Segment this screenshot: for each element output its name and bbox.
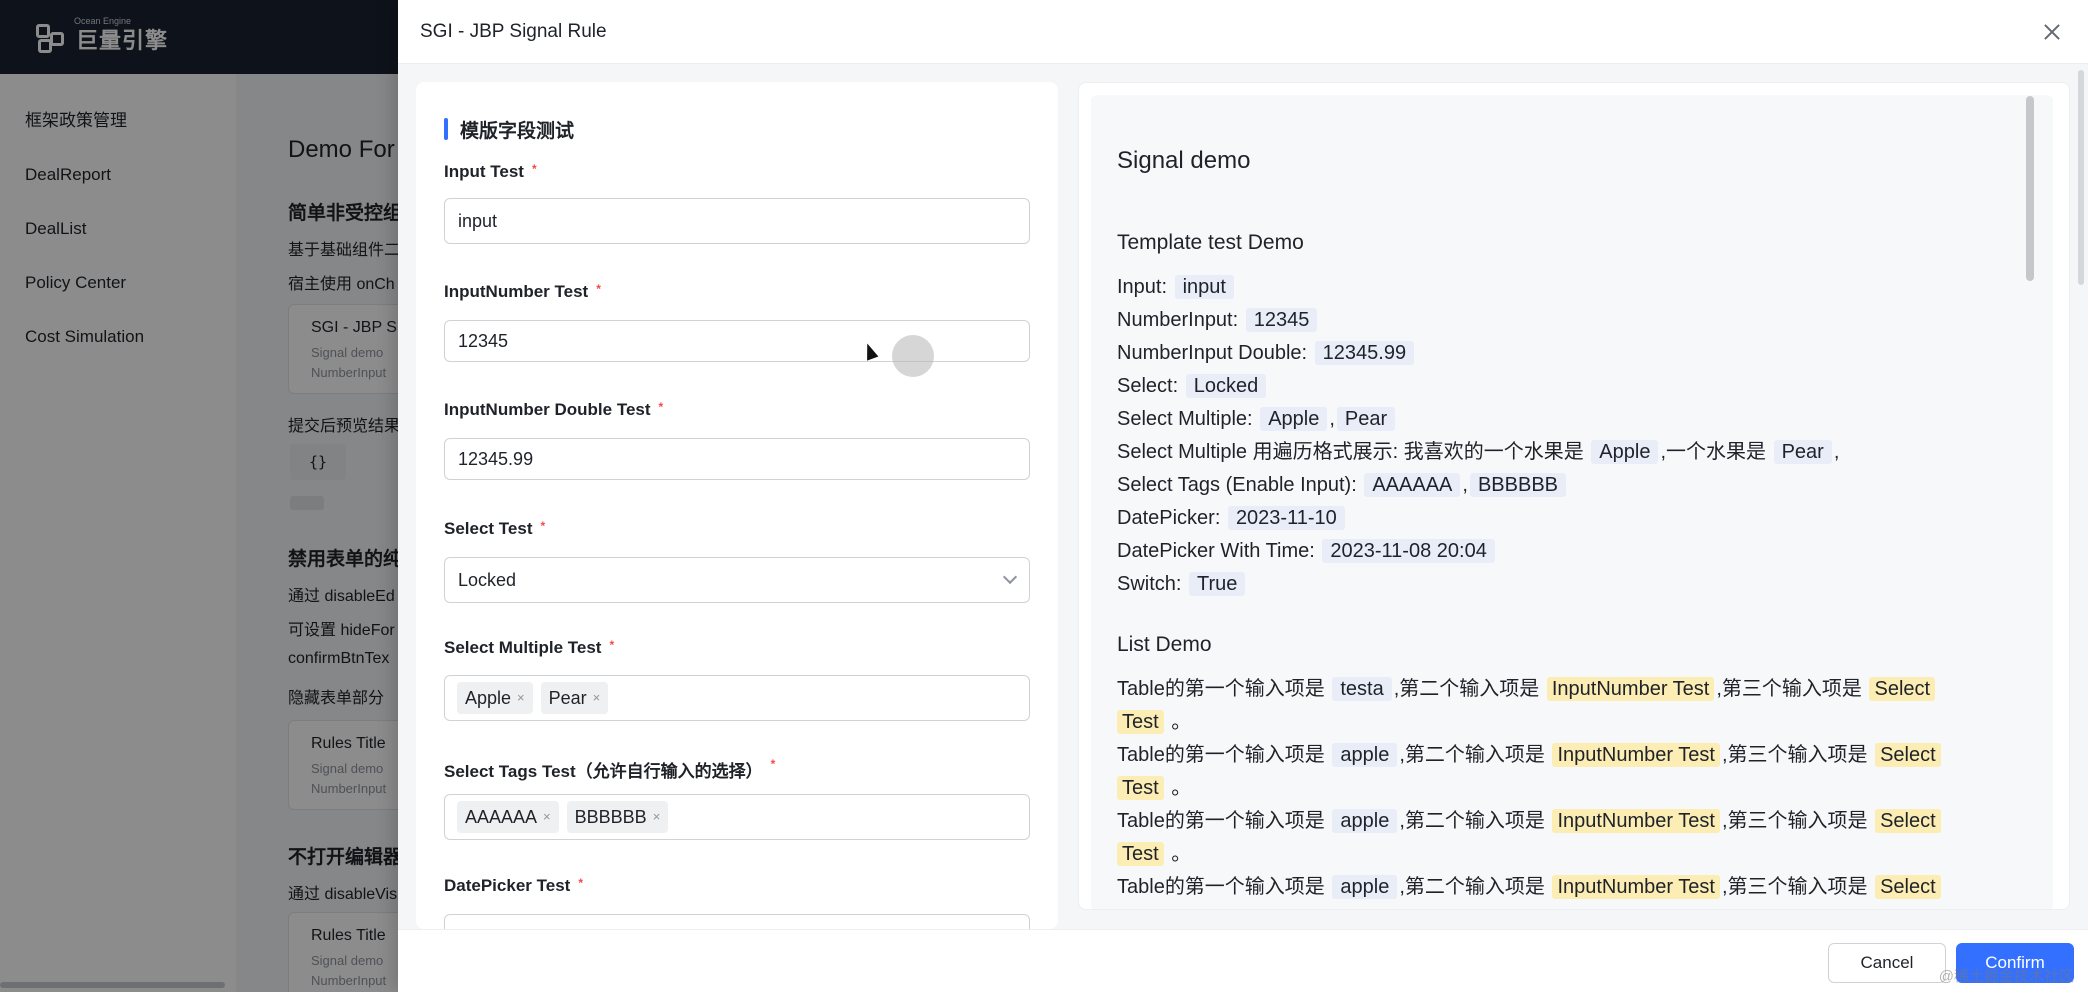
list-row: Table的第一个输入项是 apple ,第二个输入项是 InputNumber … bbox=[1117, 739, 1943, 771]
remove-tag-icon[interactable]: × bbox=[593, 676, 601, 720]
preview-row-select-tags: Select Tags (Enable Input): AAAAAA, BBBBB… bbox=[1117, 469, 1568, 501]
drawer-body: 模版字段测试 Input Test * input InputNumber Tes… bbox=[398, 64, 2088, 929]
select-multiple-test-field[interactable]: Apple × Pear × bbox=[444, 675, 1030, 721]
select-test-value: Locked bbox=[458, 570, 517, 590]
list-row-cont: Test 。 bbox=[1117, 838, 1191, 870]
preview-row-number-input: NumberInput: 12345 bbox=[1117, 304, 1319, 336]
remove-tag-icon[interactable]: × bbox=[517, 676, 525, 720]
preview-row-switch: Switch: True bbox=[1117, 568, 1247, 600]
date-picker-test-field[interactable] bbox=[444, 914, 1030, 929]
date-picker-test-label: DatePicker Test * bbox=[444, 876, 583, 895]
list-row: Table的第一个输入项是 testa ,第二个输入项是 InputNumber … bbox=[1117, 673, 1937, 705]
required-mark: * bbox=[658, 400, 664, 414]
preview-row-select-multiple: Select Multiple: Apple, Pear bbox=[1117, 403, 1397, 435]
list-row-cont: Test 。 bbox=[1117, 706, 1191, 738]
select-tags-test-label: Select Tags Test（允许自行输入的选择） * bbox=[444, 757, 776, 781]
input-number-test-label: InputNumber Test * bbox=[444, 282, 601, 301]
list-demo-heading: List Demo bbox=[1117, 633, 1212, 656]
required-mark: * bbox=[540, 519, 546, 533]
preview-row-datepicker: DatePicker: 2023-11-10 bbox=[1117, 502, 1347, 534]
list-row: Table的第一个输入项是 apple ,第二个输入项是 InputNumber … bbox=[1117, 871, 1943, 903]
required-mark: * bbox=[596, 282, 601, 296]
select-multiple-test-label: Select Multiple Test * bbox=[444, 638, 615, 657]
drawer-header: SGI - JBP Signal Rule bbox=[398, 0, 2088, 64]
input-test-field[interactable]: input bbox=[444, 198, 1030, 244]
required-mark: * bbox=[578, 876, 583, 890]
preview-content: Signal demo Template test Demo Input: in… bbox=[1091, 95, 2053, 909]
input-number-double-test-field[interactable]: 12345.99 bbox=[444, 438, 1030, 480]
select-tags-test-field[interactable]: AAAAAA × BBBBBB × bbox=[444, 794, 1030, 840]
close-icon[interactable] bbox=[2040, 20, 2064, 44]
preview-title: Signal demo bbox=[1117, 147, 1251, 174]
selected-tag: Pear × bbox=[540, 682, 609, 714]
preview-row-datepicker-time: DatePicker With Time: 2023-11-08 20:04 bbox=[1117, 535, 1497, 567]
remove-tag-icon[interactable]: × bbox=[653, 795, 661, 839]
list-row-cont: Test 。 bbox=[1117, 772, 1191, 804]
drawer-title: SGI - JBP Signal Rule bbox=[420, 21, 607, 42]
drawer-scrollbar[interactable] bbox=[2078, 70, 2084, 285]
chevron-down-icon bbox=[1002, 569, 1018, 585]
cursor-highlight bbox=[892, 335, 934, 377]
selected-tag: AAAAAA × bbox=[457, 801, 559, 833]
preview-panel: Signal demo Template test Demo Input: in… bbox=[1078, 82, 2070, 910]
select-test-label: Select Test * bbox=[444, 519, 546, 538]
selected-tag: BBBBBB × bbox=[566, 801, 669, 833]
input-test-label: Input Test * bbox=[444, 162, 537, 181]
remove-tag-icon[interactable]: × bbox=[543, 795, 551, 839]
drawer-footer: Cancel Confirm @稀土掘金技术社区 bbox=[398, 929, 2088, 992]
preview-row-input: Input: input bbox=[1117, 271, 1236, 303]
selected-tag: Apple × bbox=[457, 682, 533, 714]
preview-scrollbar[interactable] bbox=[2026, 96, 2034, 281]
form-panel: 模版字段测试 Input Test * input InputNumber Tes… bbox=[416, 82, 1058, 929]
required-mark: * bbox=[531, 162, 537, 176]
signal-rule-drawer: SGI - JBP Signal Rule 模版字段测试 Input Test *… bbox=[398, 0, 2088, 992]
required-mark: * bbox=[609, 638, 615, 652]
input-number-test-field[interactable]: 12345 bbox=[444, 320, 1030, 362]
form-section-title: 模版字段测试 bbox=[444, 116, 574, 143]
select-test-dropdown[interactable]: Locked bbox=[444, 557, 1030, 603]
preview-row-number-double: NumberInput Double: 12345.99 bbox=[1117, 337, 1416, 369]
list-row: Table的第一个输入项是 apple ,第二个输入项是 InputNumber … bbox=[1117, 805, 1943, 837]
input-number-double-test-label: InputNumber Double Test * bbox=[444, 400, 664, 419]
watermark-text: @稀土掘金技术社区 bbox=[1938, 968, 2074, 985]
required-mark: * bbox=[770, 757, 776, 771]
preview-row-select-loop: Select Multiple 用遍历格式展示: 我喜欢的一个水果是 Apple… bbox=[1117, 440, 1840, 464]
preview-row-select: Select: Locked bbox=[1117, 370, 1268, 402]
template-demo-heading: Template test Demo bbox=[1117, 231, 1304, 254]
cancel-button[interactable]: Cancel bbox=[1828, 943, 1946, 983]
